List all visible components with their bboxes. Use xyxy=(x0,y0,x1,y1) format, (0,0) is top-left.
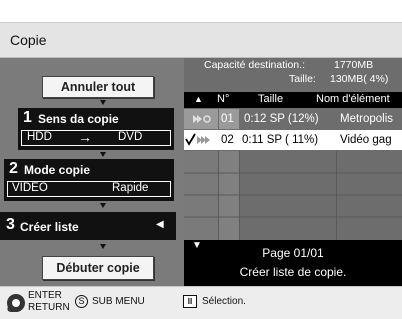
cancel-all-label: Annuler tout xyxy=(60,80,136,94)
mode-format: VIDEO xyxy=(12,182,48,194)
col-number-header: N° xyxy=(217,93,230,105)
destination-device: DVD xyxy=(118,131,143,143)
direction-value-box: HDD → DVD xyxy=(21,129,171,146)
source-device: HDD xyxy=(27,131,52,143)
row-number: 01 xyxy=(219,109,239,129)
step1-label: Sens da copie xyxy=(38,112,119,126)
submenu-label: SUB MENU xyxy=(92,296,145,307)
mode-value-box: VIDEO Rapide xyxy=(7,181,171,197)
copy-list-panel: Capacité destination.: 1770MB Taille: 13… xyxy=(184,58,402,286)
enter-return-icon xyxy=(7,294,25,312)
capacity-label: Capacité destination.: xyxy=(204,59,305,71)
copy-screen: Copie Annuler tout 1 Sens da copie HDD →… xyxy=(0,0,402,319)
table-row[interactable]: 02 0:11 SP ( 11%) Vidéo gag xyxy=(184,130,402,150)
row-size: 0:12 SP (12%) xyxy=(244,113,319,125)
list-footer: ▼ Page 01/01 Créer liste de copie. xyxy=(184,240,402,286)
table-header: ▲ N° Taille Nom d'élément xyxy=(184,92,402,108)
page-title: Copie xyxy=(10,32,47,48)
row-name: Vidéo gag xyxy=(340,134,392,146)
submenu-key-icon: S xyxy=(75,295,88,308)
return-label: RETURN xyxy=(28,302,70,313)
pause-key-icon: II xyxy=(183,295,197,308)
row-status-cell xyxy=(184,130,218,150)
play-icon xyxy=(193,115,211,123)
remote-hint-bar: ENTER RETURN S SUB MENU II Sélection. xyxy=(0,286,402,319)
grid-lines xyxy=(184,151,402,240)
capacity-value: 1770MB xyxy=(334,59,374,71)
row-number: 02 xyxy=(221,134,234,146)
triangle-left-icon: ◀ xyxy=(156,219,164,230)
col-name-header: Nom d'élément xyxy=(316,93,390,105)
mode-speed: Rapide xyxy=(112,182,149,194)
empty-list-grid xyxy=(184,151,402,240)
step-create-list[interactable]: 3 Créer liste ◀ xyxy=(0,212,176,240)
step-copy-mode[interactable]: 2 Mode copie VIDEO Rapide xyxy=(4,159,174,201)
row-size: 0:11 SP ( 11%) xyxy=(242,134,319,146)
col-size-header: Taille xyxy=(258,93,284,105)
direction-arrow-icon: → xyxy=(78,129,92,145)
step2-number: 2 xyxy=(9,160,18,177)
row-status-cell xyxy=(184,109,218,129)
down-arrow-icon xyxy=(100,244,106,249)
down-arrow-icon xyxy=(100,203,106,208)
table-row[interactable]: 01 0:12 SP (12%) Metropolis xyxy=(184,109,402,129)
instruction-text: Créer liste de copie. xyxy=(239,265,347,279)
start-copy-button[interactable]: Débuter copie xyxy=(42,256,154,280)
copy-steps-panel: Annuler tout 1 Sens da copie HDD → DVD 2… xyxy=(0,58,184,286)
checkmark-icon xyxy=(185,133,210,146)
step1-number: 1 xyxy=(23,109,32,126)
title-bar: Copie xyxy=(0,22,402,58)
step3-number: 3 xyxy=(6,216,15,233)
cancel-all-button[interactable]: Annuler tout xyxy=(42,76,154,98)
step2-label: Mode copie xyxy=(24,163,91,177)
size-label: Taille: xyxy=(289,73,316,85)
top-strip xyxy=(0,0,402,22)
down-arrow-icon xyxy=(100,152,106,157)
step3-label: Créer liste xyxy=(20,220,79,234)
down-arrow-icon xyxy=(100,100,106,105)
enter-label: ENTER xyxy=(28,290,62,301)
row-name: Metropolis xyxy=(340,113,394,125)
page-indicator: Page 01/01 xyxy=(262,246,324,260)
selection-label: Sélection. xyxy=(202,296,246,307)
size-value: 130MB( 4%) xyxy=(330,73,389,85)
triangle-up-icon: ▲ xyxy=(194,94,203,104)
step-copy-direction[interactable]: 1 Sens da copie HDD → DVD xyxy=(18,108,174,150)
start-copy-label: Débuter copie xyxy=(56,261,140,275)
